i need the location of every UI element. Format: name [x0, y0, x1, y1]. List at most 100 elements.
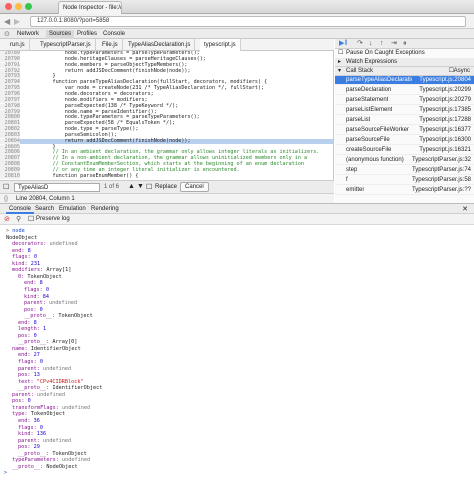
- console-object-line[interactable]: decorators: undefined: [12, 241, 78, 247]
- url-input[interactable]: 127.0.0.1:8080/?port=5858: [30, 16, 466, 27]
- prev-match-icon[interactable]: ▲: [128, 183, 135, 190]
- file-tab-typescript[interactable]: typescript.js: [200, 39, 241, 51]
- console-object-line[interactable]: typeParameters: undefined: [12, 457, 90, 463]
- call-frame[interactable]: parseTypeAliasDeclaration Typescript.js:2…: [335, 76, 474, 85]
- frame-location[interactable]: Typescript.js:17288: [419, 116, 471, 124]
- console-object-line[interactable]: end: 27: [18, 352, 40, 358]
- maximize-window-icon[interactable]: [25, 3, 32, 10]
- filter-icon[interactable]: ⚲: [16, 214, 21, 225]
- console-object-line[interactable]: end: 8: [18, 320, 37, 326]
- forward-icon[interactable]: ▶: [14, 17, 20, 26]
- cancel-button[interactable]: Cancel: [180, 182, 209, 192]
- pause-caught-row[interactable]: ☐ Pause On Caught Exceptions: [335, 49, 474, 58]
- drawer-tab-search[interactable]: Search: [32, 204, 57, 214]
- console-output[interactable]: > node NodeObject decorators: undefined end…: [0, 225, 474, 497]
- drawer-tab-rendering[interactable]: Rendering: [88, 204, 122, 214]
- console-object-line[interactable]: pos: 13: [18, 372, 40, 378]
- console-object-line[interactable]: end: 8: [24, 280, 43, 286]
- call-frame[interactable]: createSourceFile Typescript.js:16321: [335, 146, 474, 155]
- step-over-icon[interactable]: ↷: [357, 39, 363, 48]
- console-object-line[interactable]: __proto__: Array[0]: [18, 339, 77, 345]
- console-object-line[interactable]: pos: 0: [18, 333, 37, 339]
- console-object-line[interactable]: end: 36: [18, 418, 40, 424]
- console-object-line[interactable]: end: 8: [12, 248, 31, 254]
- console-object-line[interactable]: pos: 0: [24, 307, 43, 313]
- drawer-tab-console[interactable]: Console: [6, 204, 35, 214]
- console-object-line[interactable]: parent: undefined: [12, 392, 65, 398]
- console-object-line[interactable]: modifiers: Array[1]: [12, 267, 71, 273]
- resume-icon[interactable]: ▶‖: [339, 39, 347, 48]
- console-object-line[interactable]: flags: 0: [24, 287, 49, 293]
- frame-location[interactable]: Typescript.js:17385: [419, 106, 471, 114]
- console-object-line[interactable]: NodeObject: [6, 235, 37, 241]
- tab-console[interactable]: Console: [100, 30, 128, 39]
- watch-expressions-header[interactable]: ▸ Watch Expressions: [335, 58, 474, 67]
- code-editor[interactable]: 20789 node.typeParameters = parseTypePar…: [0, 51, 334, 180]
- console-object-line[interactable]: __proto__: IdentifierObject: [18, 385, 102, 391]
- browser-tab[interactable]: Node Inspector - file:///Users/...: [58, 1, 122, 14]
- search-input[interactable]: TypeAliasD: [14, 183, 100, 192]
- next-match-icon[interactable]: ▼: [137, 183, 144, 190]
- console-object-line[interactable]: length: 1: [18, 326, 46, 332]
- call-stack-header[interactable]: ▾ Call Stack ☐ Async: [335, 67, 474, 76]
- inspect-icon[interactable]: ⊙: [4, 30, 10, 38]
- console-object-line[interactable]: flags: 0: [18, 425, 43, 431]
- console-object-line[interactable]: text: "CPv4CIDRBlock": [18, 379, 84, 385]
- call-frame[interactable]: parseList Typescript.js:17288: [335, 116, 474, 125]
- step-into-icon[interactable]: ↓: [369, 39, 373, 48]
- frame-location[interactable]: Typescript.js:20299: [419, 86, 471, 94]
- frame-location[interactable]: Typescript.js:16377: [419, 126, 471, 134]
- drawer-tab-emulation[interactable]: Emulation: [56, 204, 89, 214]
- file-tab-typealiasdeclaration[interactable]: TypeAliasDeclaration.js: [124, 39, 196, 51]
- clear-console-icon[interactable]: ⊘: [4, 214, 10, 225]
- console-object-line[interactable]: pos: 29: [18, 444, 40, 450]
- call-frame[interactable]: emitter TypescriptParser.js:??: [335, 186, 474, 195]
- console-object-line[interactable]: parent: undefined: [18, 438, 71, 444]
- console-object-line[interactable]: type: TokenObject: [12, 411, 65, 417]
- console-object-line[interactable]: transformFlags: undefined: [12, 405, 90, 411]
- pause-caught-checkbox[interactable]: ☐: [338, 49, 343, 58]
- toggle-replace-icon[interactable]: ☐: [3, 183, 9, 191]
- console-object-line[interactable]: __proto__: NodeObject: [12, 464, 78, 470]
- step-out-icon[interactable]: ↑: [380, 39, 384, 48]
- call-frame[interactable]: parseSourceFileWorker Typescript.js:16377: [335, 126, 474, 135]
- pause-exceptions-icon[interactable]: ⏸: [403, 39, 407, 48]
- frame-location[interactable]: Typescript.js:20804: [419, 76, 471, 84]
- console-object-line[interactable]: flags: 0: [12, 254, 37, 260]
- frame-location[interactable]: TypescriptParser.js:32: [412, 156, 471, 164]
- console-object-line[interactable]: kind: 84: [24, 294, 49, 300]
- frame-location[interactable]: TypescriptParser.js:??: [412, 186, 471, 194]
- console-input-echo[interactable]: > node: [6, 228, 25, 234]
- call-frame[interactable]: step TypescriptParser.js:74: [335, 166, 474, 175]
- console-object-line[interactable]: __proto__: TokenObject: [18, 451, 87, 457]
- frame-location[interactable]: Typescript.js:20279: [419, 96, 471, 104]
- file-tab-typescriptparser[interactable]: TypescriptParser.js: [36, 39, 96, 51]
- console-object-line[interactable]: flags: 0: [18, 359, 43, 365]
- console-object-line[interactable]: parent: undefined: [24, 300, 77, 306]
- call-frame[interactable]: f TypescriptParser.js:58: [335, 176, 474, 185]
- call-frame[interactable]: parseStatement Typescript.js:20279: [335, 96, 474, 105]
- console-object-line[interactable]: __proto__: TokenObject: [24, 313, 93, 319]
- preserve-log-checkbox[interactable]: ☐: [28, 214, 34, 225]
- call-frame[interactable]: parseListElement Typescript.js:17385: [335, 106, 474, 115]
- call-frame[interactable]: parseSourceFile Typescript.js:16300: [335, 136, 474, 145]
- close-drawer-icon[interactable]: ✕: [462, 205, 468, 213]
- back-icon[interactable]: ◀: [4, 17, 10, 26]
- code-line[interactable]: 20810 function parseEnumMember() {: [0, 173, 333, 180]
- console-object-line[interactable]: kind: 136: [18, 431, 46, 437]
- close-window-icon[interactable]: [5, 3, 12, 10]
- line-number[interactable]: 20810: [0, 173, 20, 180]
- console-object-line[interactable]: kind: 231: [12, 261, 40, 267]
- console-object-line[interactable]: pos: 0: [12, 398, 31, 404]
- file-tab-file[interactable]: File.js: [98, 39, 123, 51]
- file-tab-run[interactable]: run.js: [6, 39, 30, 51]
- tab-sources[interactable]: Sources: [46, 30, 75, 39]
- console-object-line[interactable]: name: IdentifierObject: [12, 346, 81, 352]
- frame-location[interactable]: Typescript.js:16321: [419, 146, 471, 154]
- console-object-line[interactable]: 0: TokenObject: [18, 274, 62, 280]
- console-object-line[interactable]: parent: undefined: [18, 366, 71, 372]
- frame-location[interactable]: TypescriptParser.js:74: [412, 166, 471, 174]
- call-frame[interactable]: (anonymous function) TypescriptParser.js:…: [335, 156, 474, 165]
- minimize-window-icon[interactable]: [15, 3, 22, 10]
- tab-profiles[interactable]: Profiles: [74, 30, 100, 39]
